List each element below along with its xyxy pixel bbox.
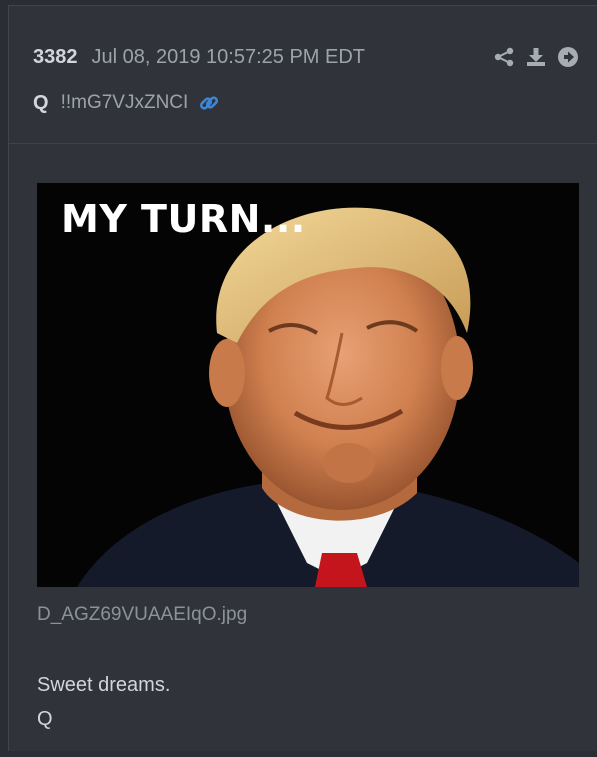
post-card: 3382 Jul 08, 2019 10:57:25 PM EDT Q !!mG… xyxy=(8,5,597,751)
photo-illustration xyxy=(37,183,579,587)
arrow-right-circle-icon[interactable] xyxy=(557,46,579,68)
message-line: Sweet dreams. xyxy=(37,674,171,696)
meme-caption: MY TURN... xyxy=(61,197,306,241)
post-timestamp: Jul 08, 2019 10:57:25 PM EDT xyxy=(91,46,366,68)
page: 3382 Jul 08, 2019 10:57:25 PM EDT Q !!mG… xyxy=(0,0,597,757)
post-meta: 3382 Jul 08, 2019 10:57:25 PM EDT xyxy=(33,46,365,72)
share-icon[interactable] xyxy=(493,46,515,68)
message-signature: Q xyxy=(37,708,53,730)
image-filename[interactable]: D_AGZ69VUAAEIqO.jpg xyxy=(37,604,247,626)
post-image[interactable]: MY TURN... xyxy=(37,183,579,587)
post-message: Sweet dreams. Q xyxy=(37,668,170,736)
download-icon[interactable] xyxy=(525,46,547,68)
author-name: Q xyxy=(33,91,49,114)
link-icon[interactable] xyxy=(198,92,220,114)
author-line: Q !!mG7VJxZNCI xyxy=(33,90,220,116)
post-number[interactable]: 3382 xyxy=(33,46,78,69)
post-actions xyxy=(493,46,579,68)
tripcode: !!mG7VJxZNCI xyxy=(60,92,189,113)
post-header: 3382 Jul 08, 2019 10:57:25 PM EDT Q !!mG… xyxy=(9,6,597,144)
